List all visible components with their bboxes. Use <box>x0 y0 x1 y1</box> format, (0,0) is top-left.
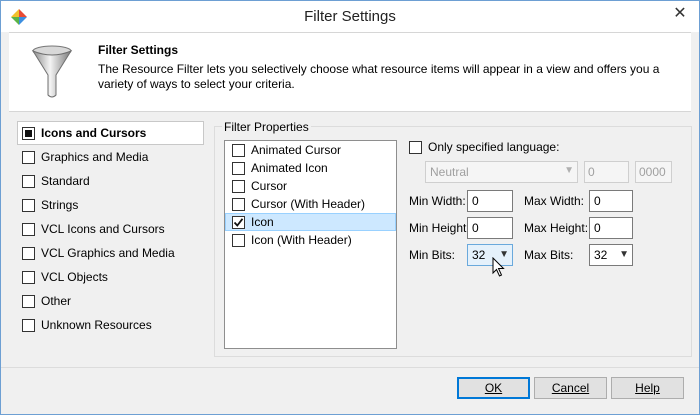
checkmark-icon <box>233 217 244 227</box>
window-title: Filter Settings <box>304 8 396 25</box>
property-label: Icon <box>251 215 274 229</box>
title-bar: Filter Settings ✕ <box>1 1 699 32</box>
filter-properties-list[interactable]: Animated Cursor Animated Icon Cursor Cur… <box>224 140 397 349</box>
category-checkbox[interactable] <box>22 318 35 332</box>
category-label: Unknown Resources <box>41 318 152 332</box>
category-checkbox[interactable] <box>22 294 35 308</box>
property-checkbox[interactable] <box>232 161 245 175</box>
min-bits-value: 32 <box>472 248 486 262</box>
max-height-field[interactable]: 0 <box>589 217 633 239</box>
category-unknown-resources[interactable]: Unknown Resources <box>17 313 204 337</box>
property-label: Animated Icon <box>251 161 328 175</box>
min-height-value: 0 <box>472 221 479 235</box>
property-checkbox[interactable] <box>232 143 245 157</box>
max-bits-value: 32 <box>594 248 608 262</box>
property-checkbox-checked[interactable] <box>232 215 245 229</box>
min-bits-select[interactable]: 32 ▼ <box>467 244 513 266</box>
property-cursor[interactable]: Cursor <box>225 177 396 195</box>
help-button[interactable]: Help <box>611 377 684 399</box>
category-label: VCL Graphics and Media <box>41 246 175 260</box>
property-animated-icon[interactable]: Animated Icon <box>225 159 396 177</box>
header-panel: Filter Settings The Resource Filter lets… <box>9 32 691 112</box>
property-icon-with-header[interactable]: Icon (With Header) <box>225 231 396 249</box>
max-height-value: 0 <box>594 221 601 235</box>
category-vcl-icons-and-cursors[interactable]: VCL Icons and Cursors <box>17 217 204 241</box>
help-button-label: Help <box>635 381 660 395</box>
language-checkbox-label: Only specified language: <box>428 140 560 154</box>
min-height-field[interactable]: 0 <box>467 217 513 239</box>
language-checkbox[interactable] <box>409 140 422 154</box>
category-label: VCL Icons and Cursors <box>41 222 165 236</box>
filter-settings-dialog: Filter Settings ✕ Filter Settings The Re… <box>0 0 700 415</box>
min-width-field[interactable]: 0 <box>467 190 513 212</box>
ok-button-label: OK <box>484 381 503 395</box>
category-vcl-graphics-and-media[interactable]: VCL Graphics and Media <box>17 241 204 265</box>
close-button[interactable]: ✕ <box>665 1 695 25</box>
min-width-label: Min Width: <box>409 194 466 208</box>
filter-properties-label: Filter Properties <box>222 120 311 134</box>
property-cursor-with-header[interactable]: Cursor (With Header) <box>225 195 396 213</box>
category-checkbox[interactable] <box>22 246 35 260</box>
property-label: Icon (With Header) <box>251 233 352 247</box>
max-width-field[interactable]: 0 <box>589 190 633 212</box>
category-label: Graphics and Media <box>41 150 149 164</box>
funnel-icon <box>31 45 73 98</box>
max-width-value: 0 <box>594 194 601 208</box>
category-checkbox[interactable] <box>22 198 35 212</box>
category-checkbox[interactable] <box>22 126 35 140</box>
ok-button[interactable]: OK <box>457 377 530 399</box>
chevron-down-icon: ▼ <box>564 165 574 176</box>
language-select[interactable]: Neutral ▼ <box>425 161 578 183</box>
category-checkbox[interactable] <box>22 150 35 164</box>
category-standard[interactable]: Standard <box>17 169 204 193</box>
language-id-value: 0 <box>588 165 595 179</box>
max-bits-select[interactable]: 32 ▼ <box>589 244 633 266</box>
category-label: Strings <box>41 198 79 212</box>
property-label: Cursor (With Header) <box>251 197 366 211</box>
header-description: The Resource Filter lets you selectively… <box>98 62 660 91</box>
close-icon: ✕ <box>673 5 687 22</box>
property-label: Animated Cursor <box>251 143 342 157</box>
language-hex-value: 0000 <box>639 165 666 179</box>
mouse-pointer-icon <box>492 257 505 277</box>
only-specified-language[interactable]: Only specified language: <box>409 140 559 154</box>
min-bits-label: Min Bits: <box>409 248 456 262</box>
language-hex-field[interactable]: 0000 <box>635 161 672 183</box>
category-vcl-objects[interactable]: VCL Objects <box>17 265 204 289</box>
max-height-label: Max Height: <box>524 221 589 235</box>
min-height-label: Min Height: <box>409 221 470 235</box>
category-checkbox[interactable] <box>22 270 35 284</box>
header-title: Filter Settings <box>98 43 179 57</box>
category-label: Icons and Cursors <box>41 126 147 140</box>
category-label: VCL Objects <box>41 270 108 284</box>
property-checkbox[interactable] <box>232 197 245 211</box>
property-checkbox[interactable] <box>232 179 245 193</box>
chevron-down-icon: ▼ <box>619 249 629 260</box>
category-label: Other <box>41 294 72 308</box>
category-list: Icons and Cursors Graphics and Media Sta… <box>17 121 204 337</box>
category-label: Standard <box>41 174 90 188</box>
category-icons-and-cursors[interactable]: Icons and Cursors <box>17 121 204 145</box>
category-checkbox[interactable] <box>22 222 35 236</box>
property-icon[interactable]: Icon <box>225 213 396 231</box>
min-width-value: 0 <box>472 194 479 208</box>
category-other[interactable]: Other <box>17 289 204 313</box>
category-strings[interactable]: Strings <box>17 193 204 217</box>
property-checkbox[interactable] <box>232 233 245 247</box>
cancel-button-label: Cancel <box>551 381 590 395</box>
language-id-field[interactable]: 0 <box>584 161 629 183</box>
category-checkbox[interactable] <box>22 174 35 188</box>
cancel-button[interactable]: Cancel <box>534 377 607 399</box>
max-bits-label: Max Bits: <box>524 248 574 262</box>
property-animated-cursor[interactable]: Animated Cursor <box>225 141 396 159</box>
property-label: Cursor <box>251 179 288 193</box>
category-graphics-and-media[interactable]: Graphics and Media <box>17 145 204 169</box>
max-width-label: Max Width: <box>524 194 585 208</box>
language-select-value: Neutral <box>430 165 469 179</box>
